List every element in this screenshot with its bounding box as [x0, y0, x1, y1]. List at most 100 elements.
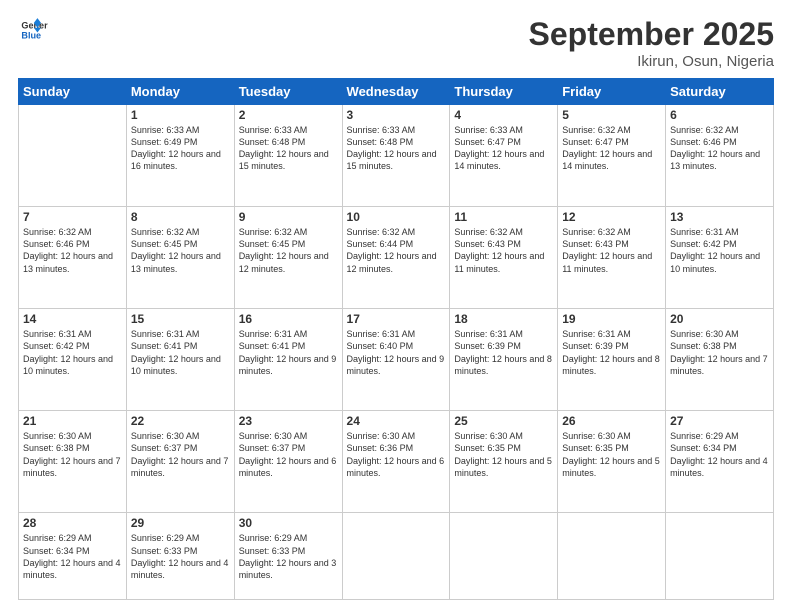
day-number: 29 [131, 516, 230, 530]
sunrise-text: Sunrise: 6:29 AM [23, 532, 122, 544]
cell-1-4: 11Sunrise: 6:32 AMSunset: 6:43 PMDayligh… [450, 207, 558, 309]
daylight-text: Daylight: 12 hours and 12 minutes. [347, 250, 446, 274]
sunset-text: Sunset: 6:46 PM [670, 136, 769, 148]
daylight-text: Daylight: 12 hours and 12 minutes. [239, 250, 338, 274]
day-number: 5 [562, 108, 661, 122]
cell-0-2: 2Sunrise: 6:33 AMSunset: 6:48 PMDaylight… [234, 105, 342, 207]
daylight-text: Daylight: 12 hours and 4 minutes. [131, 557, 230, 581]
cell-0-0 [19, 105, 127, 207]
sunset-text: Sunset: 6:34 PM [23, 545, 122, 557]
sunrise-text: Sunrise: 6:32 AM [562, 124, 661, 136]
sunset-text: Sunset: 6:41 PM [131, 340, 230, 352]
day-info: Sunrise: 6:32 AMSunset: 6:43 PMDaylight:… [562, 226, 661, 275]
day-number: 19 [562, 312, 661, 326]
day-info: Sunrise: 6:30 AMSunset: 6:36 PMDaylight:… [347, 430, 446, 479]
sunrise-text: Sunrise: 6:30 AM [131, 430, 230, 442]
day-info: Sunrise: 6:29 AMSunset: 6:33 PMDaylight:… [239, 532, 338, 581]
cell-3-0: 21 Sunrise: 6:30 AMSunset: 6:38 PMDayligh… [19, 411, 127, 513]
day-info: Sunrise: 6:30 AMSunset: 6:35 PMDaylight:… [562, 430, 661, 479]
sunset-text: Sunset: 6:42 PM [23, 340, 122, 352]
cell-1-5: 12Sunrise: 6:32 AMSunset: 6:43 PMDayligh… [558, 207, 666, 309]
sunrise-text: Sunrise: 6:32 AM [454, 226, 553, 238]
sunset-text: Sunset: 6:42 PM [670, 238, 769, 250]
day-number: 1 [131, 108, 230, 122]
sunrise-text: Sunrise: 6:33 AM [347, 124, 446, 136]
day-info: Sunrise: 6:32 AMSunset: 6:46 PMDaylight:… [670, 124, 769, 173]
daylight-text: Daylight: 12 hours and 7 minutes. [23, 455, 122, 479]
logo-icon: General Blue [20, 16, 48, 44]
cell-3-2: 23 Sunrise: 6:30 AMSunset: 6:37 PMDayligh… [234, 411, 342, 513]
header-row: Sunday Monday Tuesday Wednesday Thursday… [19, 79, 774, 105]
daylight-text: Daylight: 12 hours and 14 minutes. [562, 148, 661, 172]
cell-0-4: 4Sunrise: 6:33 AMSunset: 6:47 PMDaylight… [450, 105, 558, 207]
day-number: 23 [239, 414, 338, 428]
day-number: 28 [23, 516, 122, 530]
sunset-text: Sunset: 6:43 PM [562, 238, 661, 250]
daylight-text: Daylight: 12 hours and 7 minutes. [670, 353, 769, 377]
sunrise-text: Sunrise: 6:31 AM [670, 226, 769, 238]
sunrise-text: Sunrise: 6:32 AM [347, 226, 446, 238]
day-info: Sunrise: 6:33 AMSunset: 6:47 PMDaylight:… [454, 124, 553, 173]
sunset-text: Sunset: 6:45 PM [239, 238, 338, 250]
cell-1-2: 9 Sunrise: 6:32 AMSunset: 6:45 PMDaylight… [234, 207, 342, 309]
sunrise-text: Sunrise: 6:32 AM [23, 226, 122, 238]
sunrise-text: Sunrise: 6:29 AM [239, 532, 338, 544]
cell-3-3: 24Sunrise: 6:30 AMSunset: 6:36 PMDayligh… [342, 411, 450, 513]
day-info: Sunrise: 6:31 AMSunset: 6:41 PMDaylight:… [239, 328, 338, 377]
day-number: 14 [23, 312, 122, 326]
sunrise-text: Sunrise: 6:30 AM [239, 430, 338, 442]
day-number: 21 [23, 414, 122, 428]
sunrise-text: Sunrise: 6:33 AM [454, 124, 553, 136]
sunset-text: Sunset: 6:33 PM [131, 545, 230, 557]
day-info: Sunrise: 6:33 AMSunset: 6:48 PMDaylight:… [239, 124, 338, 173]
col-sunday: Sunday [19, 79, 127, 105]
sunrise-text: Sunrise: 6:31 AM [23, 328, 122, 340]
sunset-text: Sunset: 6:37 PM [239, 442, 338, 454]
day-info: Sunrise: 6:30 AMSunset: 6:38 PMDaylight:… [670, 328, 769, 377]
day-info: Sunrise: 6:32 AMSunset: 6:47 PMDaylight:… [562, 124, 661, 173]
day-info: Sunrise: 6:30 AMSunset: 6:38 PMDaylight:… [23, 430, 122, 479]
day-number: 17 [347, 312, 446, 326]
logo: General Blue [18, 16, 48, 49]
day-number: 25 [454, 414, 553, 428]
page: General Blue September 2025 Ikirun, Osun… [0, 0, 792, 612]
cell-1-3: 10Sunrise: 6:32 AMSunset: 6:44 PMDayligh… [342, 207, 450, 309]
daylight-text: Daylight: 12 hours and 13 minutes. [23, 250, 122, 274]
week-row-1: 7Sunrise: 6:32 AMSunset: 6:46 PMDaylight… [19, 207, 774, 309]
cell-4-2: 30Sunrise: 6:29 AMSunset: 6:33 PMDayligh… [234, 513, 342, 600]
daylight-text: Daylight: 12 hours and 16 minutes. [131, 148, 230, 172]
day-info: Sunrise: 6:30 AMSunset: 6:35 PMDaylight:… [454, 430, 553, 479]
cell-1-1: 8Sunrise: 6:32 AMSunset: 6:45 PMDaylight… [126, 207, 234, 309]
day-number: 10 [347, 210, 446, 224]
sunrise-text: Sunrise: 6:29 AM [670, 430, 769, 442]
cell-0-1: 1Sunrise: 6:33 AMSunset: 6:49 PMDaylight… [126, 105, 234, 207]
sunrise-text: Sunrise: 6:31 AM [454, 328, 553, 340]
cell-0-5: 5 Sunrise: 6:32 AMSunset: 6:47 PMDaylight… [558, 105, 666, 207]
cell-3-1: 22Sunrise: 6:30 AMSunset: 6:37 PMDayligh… [126, 411, 234, 513]
daylight-text: Daylight: 12 hours and 15 minutes. [347, 148, 446, 172]
day-info: Sunrise: 6:31 AMSunset: 6:42 PMDaylight:… [23, 328, 122, 377]
daylight-text: Daylight: 12 hours and 11 minutes. [454, 250, 553, 274]
sunset-text: Sunset: 6:43 PM [454, 238, 553, 250]
day-info: Sunrise: 6:32 AMSunset: 6:45 PMDaylight:… [239, 226, 338, 275]
sunrise-text: Sunrise: 6:31 AM [239, 328, 338, 340]
day-number: 3 [347, 108, 446, 122]
day-number: 20 [670, 312, 769, 326]
cell-4-4 [450, 513, 558, 600]
day-number: 7 [23, 210, 122, 224]
col-friday: Friday [558, 79, 666, 105]
cell-2-0: 14 Sunrise: 6:31 AMSunset: 6:42 PMDayligh… [19, 309, 127, 411]
daylight-text: Daylight: 12 hours and 6 minutes. [239, 455, 338, 479]
sunrise-text: Sunrise: 6:30 AM [347, 430, 446, 442]
week-row-3: 21 Sunrise: 6:30 AMSunset: 6:38 PMDayligh… [19, 411, 774, 513]
sunrise-text: Sunrise: 6:32 AM [239, 226, 338, 238]
day-info: Sunrise: 6:31 AMSunset: 6:41 PMDaylight:… [131, 328, 230, 377]
col-saturday: Saturday [666, 79, 774, 105]
cell-2-1: 15Sunrise: 6:31 AMSunset: 6:41 PMDayligh… [126, 309, 234, 411]
day-info: Sunrise: 6:31 AMSunset: 6:39 PMDaylight:… [562, 328, 661, 377]
day-number: 9 [239, 210, 338, 224]
day-number: 26 [562, 414, 661, 428]
daylight-text: Daylight: 12 hours and 14 minutes. [454, 148, 553, 172]
daylight-text: Daylight: 12 hours and 4 minutes. [670, 455, 769, 479]
cell-3-4: 25 Sunrise: 6:30 AMSunset: 6:35 PMDayligh… [450, 411, 558, 513]
